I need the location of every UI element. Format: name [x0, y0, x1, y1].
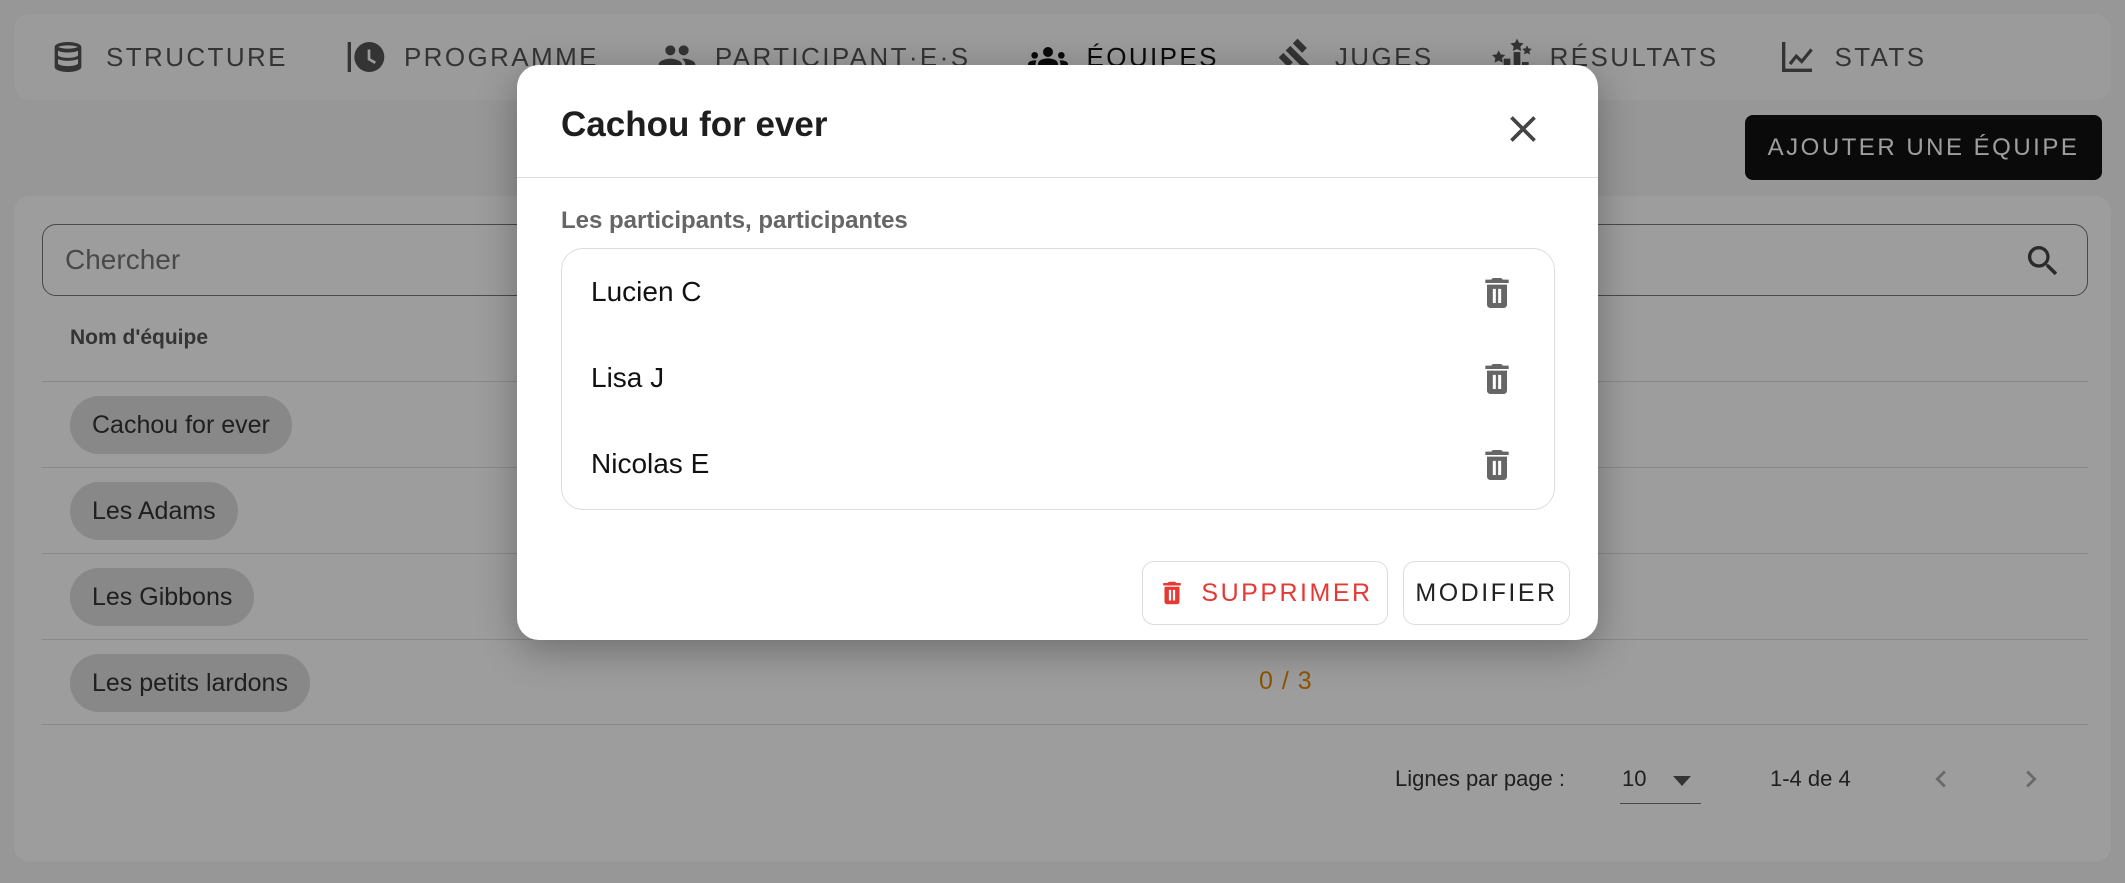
- close-icon: [1510, 116, 1536, 142]
- list-item: Nicolas E: [562, 421, 1554, 507]
- participant-name: Lucien C: [591, 276, 702, 307]
- trash-icon: [1485, 364, 1509, 394]
- dialog-title: Cachou for ever: [561, 105, 828, 144]
- trash-icon: [1485, 450, 1509, 480]
- trash-icon: [1485, 278, 1509, 308]
- list-item: Lucien C: [562, 249, 1554, 335]
- participant-name: Nicolas E: [591, 448, 710, 479]
- participants-section-label: Les participants, participantes: [561, 207, 908, 234]
- delete-button-label: SUPPRIMER: [1201, 578, 1373, 607]
- dialog-divider: [517, 177, 1598, 178]
- participants-list: Lucien C Lisa J Nicolas E: [561, 248, 1555, 510]
- delete-team-button[interactable]: SUPPRIMER: [1142, 561, 1388, 625]
- remove-participant-button[interactable]: [1477, 445, 1517, 485]
- participant-name: Lisa J: [591, 362, 665, 393]
- remove-participant-button[interactable]: [1477, 359, 1517, 399]
- list-item: Lisa J: [562, 335, 1554, 421]
- edit-team-button[interactable]: MODIFIER: [1403, 561, 1570, 625]
- team-details-dialog: Cachou for ever Les participants, partic…: [517, 65, 1598, 640]
- app: STRUCTURE PROGRAMME PARTICIPANT·E·S ÉQUI…: [0, 0, 2125, 883]
- remove-participant-button[interactable]: [1477, 273, 1517, 313]
- close-button[interactable]: [1501, 107, 1545, 151]
- trash-icon: [1163, 581, 1182, 605]
